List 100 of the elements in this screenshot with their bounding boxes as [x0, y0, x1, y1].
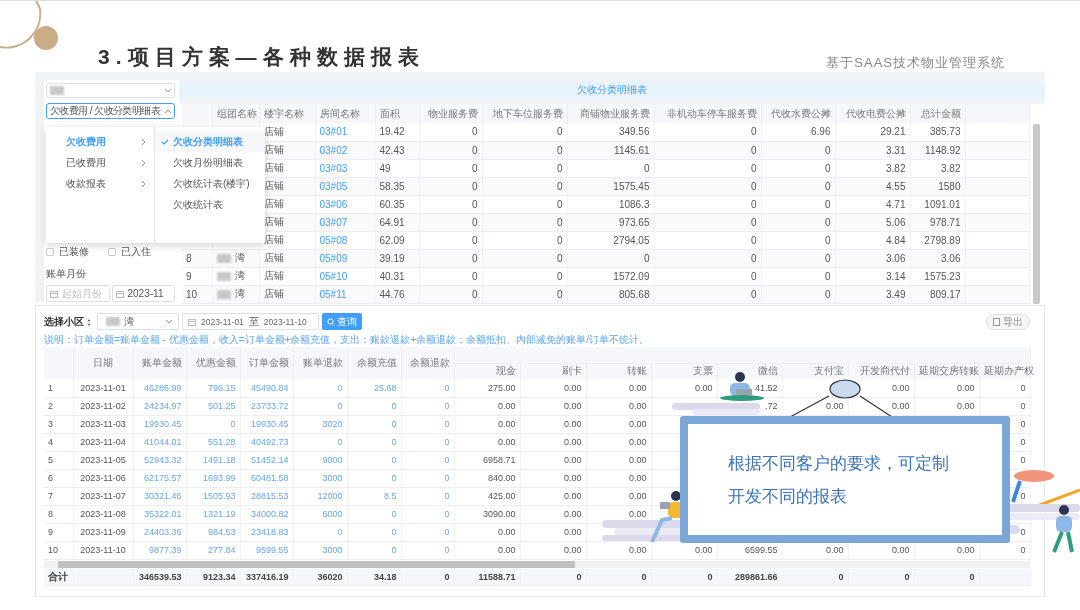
amount-link[interactable]: 25.68	[347, 379, 401, 397]
total-cell: 0	[848, 568, 914, 586]
amount-link[interactable]: 0	[347, 415, 401, 433]
amount-link[interactable]: 0	[401, 415, 454, 433]
amount-link[interactable]: 19930.45	[240, 415, 293, 433]
menu-item[interactable]: 欠收费用	[46, 131, 154, 152]
amount-link[interactable]: 35322.01	[133, 505, 186, 523]
amount-link[interactable]: 23733.72	[240, 397, 293, 415]
note-text: 说明：订单金额=账单金额 - 优惠金额，收入=订单金额+余额充值，支出：账款退款+余额退款；余额抵扣、内部减免的账单/订单不统计。	[44, 333, 651, 347]
community-select[interactable]: 湾	[97, 313, 179, 330]
menu-item[interactable]: 已收费用	[46, 152, 154, 173]
amount-link[interactable]: 984.53	[186, 523, 240, 541]
room-link[interactable]: 03#03	[319, 162, 348, 174]
month-field[interactable]: 2023-11	[111, 285, 175, 302]
export-button[interactable]: 导出	[986, 313, 1030, 330]
table-cell: 0.00	[563, 491, 582, 501]
amount-link[interactable]: 60481.58	[240, 469, 293, 487]
amount-link[interactable]: 6000	[293, 505, 347, 523]
calendar-icon	[115, 290, 124, 298]
amount-link[interactable]: 0	[293, 379, 347, 397]
month-field[interactable]: 起始月份	[46, 285, 110, 302]
scrollbar[interactable]	[44, 560, 1030, 568]
scrollbar[interactable]	[1033, 124, 1040, 304]
date-range-field[interactable]: 2023-11-01 至 2023-11-10	[182, 313, 319, 330]
table-cell: 0.00	[563, 437, 582, 447]
amount-link[interactable]: 34000.82	[240, 505, 293, 523]
amount-link[interactable]: 0	[347, 469, 401, 487]
table-cell: 1572.09	[567, 267, 654, 285]
amount-link[interactable]: 0	[401, 469, 454, 487]
report-cascader[interactable]: 欠收费用 / 欠收分类明细表	[46, 103, 175, 119]
amount-link[interactable]: 551.28	[186, 433, 240, 451]
amount-link[interactable]: 9877.39	[133, 541, 186, 559]
amount-link[interactable]: 3000	[293, 469, 347, 487]
amount-link[interactable]: 51452.14	[240, 451, 293, 469]
amount-link[interactable]: 23418.83	[240, 523, 293, 541]
room-link[interactable]: 03#01	[319, 126, 348, 138]
amount-link[interactable]: 28815.53	[240, 487, 293, 505]
table-cell: 2023-11-09	[73, 523, 133, 541]
amount-link[interactable]: 1491.18	[186, 451, 240, 469]
amount-link[interactable]: 796.15	[186, 379, 240, 397]
amount-link[interactable]: 0	[293, 397, 347, 415]
checkbox-label: 已入住	[121, 245, 151, 259]
amount-link[interactable]: 0	[401, 433, 454, 451]
table-cell: 0.00	[497, 545, 516, 555]
amount-link[interactable]: 0	[401, 523, 454, 541]
checkbox[interactable]	[108, 248, 116, 256]
amount-link[interactable]: 0	[186, 415, 240, 433]
amount-link[interactable]: 30321.46	[133, 487, 186, 505]
amount-link[interactable]: 1505.93	[186, 487, 240, 505]
query-button[interactable]: 查询	[322, 313, 362, 330]
amount-link[interactable]: 52943.32	[133, 451, 186, 469]
room-link[interactable]: 03#06	[319, 198, 348, 210]
column-header: 订单金额	[240, 347, 293, 379]
amount-link[interactable]: 0	[347, 397, 401, 415]
amount-link[interactable]: 8.5	[347, 487, 401, 505]
menu-item[interactable]: 收款报表	[46, 173, 154, 194]
amount-link[interactable]: 0	[347, 433, 401, 451]
amount-link[interactable]: 3020	[293, 415, 347, 433]
amount-link[interactable]: 62175.57	[133, 469, 186, 487]
amount-link[interactable]: 0	[347, 451, 401, 469]
table-cell: 2023-11-01	[73, 379, 133, 397]
table-cell: 0.00	[628, 437, 647, 447]
amount-link[interactable]: 0	[293, 433, 347, 451]
amount-link[interactable]: 1693.99	[186, 469, 240, 487]
amount-link[interactable]: 19930.45	[133, 415, 186, 433]
amount-link[interactable]: 46286.99	[133, 379, 186, 397]
amount-link[interactable]: 0	[293, 523, 347, 541]
table-cell: 0	[482, 123, 567, 141]
menu-item[interactable]: 欠收分类明细表	[155, 131, 265, 152]
table-cell: 0	[482, 231, 567, 249]
amount-link[interactable]: 40492.73	[240, 433, 293, 451]
amount-link[interactable]: 9599.55	[240, 541, 293, 559]
amount-link[interactable]: 501.25	[186, 397, 240, 415]
amount-link[interactable]: 0	[401, 397, 454, 415]
community-select[interactable]	[46, 83, 175, 98]
column-header: 楼宇名称	[259, 104, 315, 123]
room-link[interactable]: 05#08	[319, 234, 348, 246]
amount-link[interactable]: 45490.84	[240, 379, 293, 397]
amount-link[interactable]: 0	[401, 379, 454, 397]
amount-link[interactable]: 277.84	[186, 541, 240, 559]
amount-link[interactable]: 3000	[293, 541, 347, 559]
amount-link[interactable]: 0	[347, 541, 401, 559]
amount-link[interactable]: 12000	[293, 487, 347, 505]
table-cell: 0	[419, 159, 482, 177]
table-cell: 275.00	[487, 382, 516, 393]
amount-link[interactable]: 1321.19	[186, 505, 240, 523]
amount-link[interactable]: 0	[401, 487, 454, 505]
amount-link[interactable]: 0	[347, 505, 401, 523]
room-link[interactable]: 05#10	[319, 270, 348, 282]
amount-link[interactable]: 0	[347, 523, 401, 541]
amount-link[interactable]: 0	[401, 505, 454, 523]
amount-link[interactable]: 24234.97	[133, 397, 186, 415]
table-cell: 0	[1020, 419, 1026, 429]
amount-link[interactable]: 9000	[293, 451, 347, 469]
checkbox[interactable]	[46, 248, 54, 256]
table-cell: 49	[375, 159, 419, 177]
amount-link[interactable]: 0	[401, 451, 454, 469]
amount-link[interactable]: 0	[401, 541, 454, 559]
amount-link[interactable]: 24403.36	[133, 523, 186, 541]
amount-link[interactable]: 41044.01	[133, 433, 186, 451]
